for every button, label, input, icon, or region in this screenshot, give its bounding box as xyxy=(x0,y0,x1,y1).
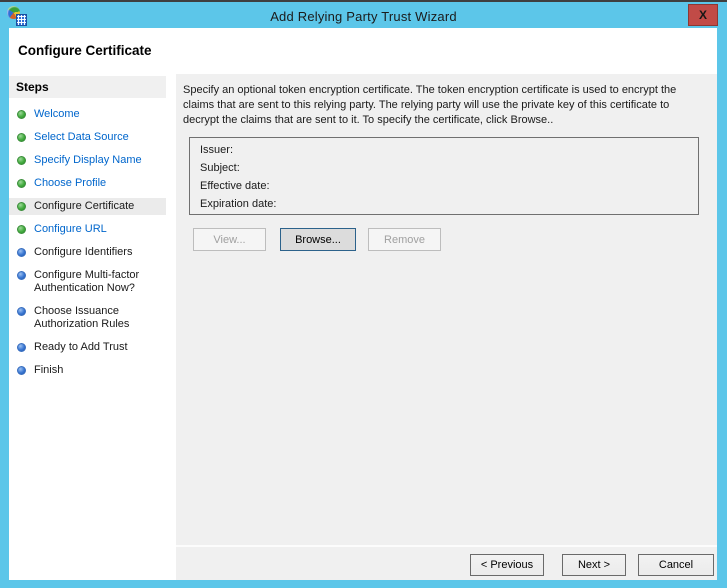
step-label: Welcome xyxy=(34,108,80,120)
blue-dot-icon xyxy=(17,343,26,352)
main-panel: Specify an optional token encryption cer… xyxy=(176,74,717,580)
window-title: Add Relying Party Trust Wizard xyxy=(270,8,457,24)
green-dot-icon xyxy=(17,133,26,142)
wizard-footer: < Previous Next > Cancel xyxy=(176,545,717,580)
blue-dot-icon xyxy=(17,271,26,280)
instruction-text: Specify an optional token encryption cer… xyxy=(183,84,677,126)
step-item: Configure Identifiers xyxy=(9,244,166,261)
green-dot-icon xyxy=(17,110,26,119)
step-item: Choose Issuance Authorization Rules xyxy=(9,303,166,333)
adfs-app-icon xyxy=(7,6,28,26)
step-label: Choose Profile xyxy=(34,177,107,189)
certificate-field-row: Issuer: xyxy=(190,141,698,159)
step-item[interactable]: Select Data Source xyxy=(9,129,166,146)
cancel-button[interactable]: Cancel xyxy=(638,554,714,576)
page-header: Configure Certificate xyxy=(9,28,717,74)
step-item[interactable]: Welcome xyxy=(9,106,166,123)
step-item[interactable]: Specify Display Name xyxy=(9,152,166,169)
close-icon: X xyxy=(698,8,707,22)
step-item: Ready to Add Trust xyxy=(9,339,166,356)
view-button[interactable]: View... xyxy=(193,228,266,251)
green-dot-icon xyxy=(17,202,26,211)
steps-list: Welcome Select Data Source Specify Display… xyxy=(9,106,166,379)
blue-dot-icon xyxy=(17,248,26,257)
step-label: Select Data Source xyxy=(34,131,129,143)
blue-dot-icon xyxy=(17,307,26,316)
certificate-details-box: Issuer: Subject: Effective date: Expiration… xyxy=(189,137,699,215)
certificate-field-label: Effective date: xyxy=(200,180,270,192)
step-item[interactable]: Configure URL xyxy=(9,221,166,238)
green-dot-icon xyxy=(17,225,26,234)
previous-button[interactable]: < Previous xyxy=(470,554,544,576)
green-dot-icon xyxy=(17,179,26,188)
browse-button[interactable]: Browse... xyxy=(280,228,356,251)
certificate-field-label: Issuer: xyxy=(200,144,234,156)
step-label: Ready to Add Trust xyxy=(34,341,128,353)
certificate-field-label: Expiration date: xyxy=(200,198,277,210)
steps-sidebar: Steps Welcome Select Data Source Specify D… xyxy=(9,74,166,580)
step-item: Finish xyxy=(9,362,166,379)
step-label: Configure Multi-factor Authentication No… xyxy=(34,269,140,294)
step-label: Finish xyxy=(34,364,64,376)
blue-dot-icon xyxy=(17,366,26,375)
close-button[interactable]: X xyxy=(688,4,718,26)
wizard-window: Add Relying Party Trust Wizard X Configu… xyxy=(0,0,727,588)
step-item: Configure Certificate xyxy=(9,198,166,215)
remove-button[interactable]: Remove xyxy=(368,228,441,251)
titlebar[interactable]: Add Relying Party Trust Wizard X xyxy=(0,4,727,28)
step-item[interactable]: Choose Profile xyxy=(9,175,166,192)
certificate-field-label: Subject: xyxy=(200,162,240,174)
page-title: Configure Certificate xyxy=(18,43,152,58)
step-label: Configure URL xyxy=(34,223,107,235)
green-dot-icon xyxy=(17,156,26,165)
step-label: Choose Issuance Authorization Rules xyxy=(34,305,130,330)
certificate-field-row: Expiration date: xyxy=(190,195,698,213)
step-item: Configure Multi-factor Authentication No… xyxy=(9,267,166,297)
next-button[interactable]: Next > xyxy=(562,554,626,576)
step-label: Configure Identifiers xyxy=(34,246,133,258)
window-body: Configure Certificate Steps Welcome Selec… xyxy=(9,28,717,580)
step-label: Specify Display Name xyxy=(34,154,142,166)
certificate-field-row: Effective date: xyxy=(190,177,698,195)
step-label: Configure Certificate xyxy=(34,200,135,212)
grid-icon xyxy=(16,14,27,26)
content-area: Steps Welcome Select Data Source Specify D… xyxy=(9,74,717,580)
certificate-field-row: Subject: xyxy=(190,159,698,177)
steps-header: Steps xyxy=(9,76,166,98)
